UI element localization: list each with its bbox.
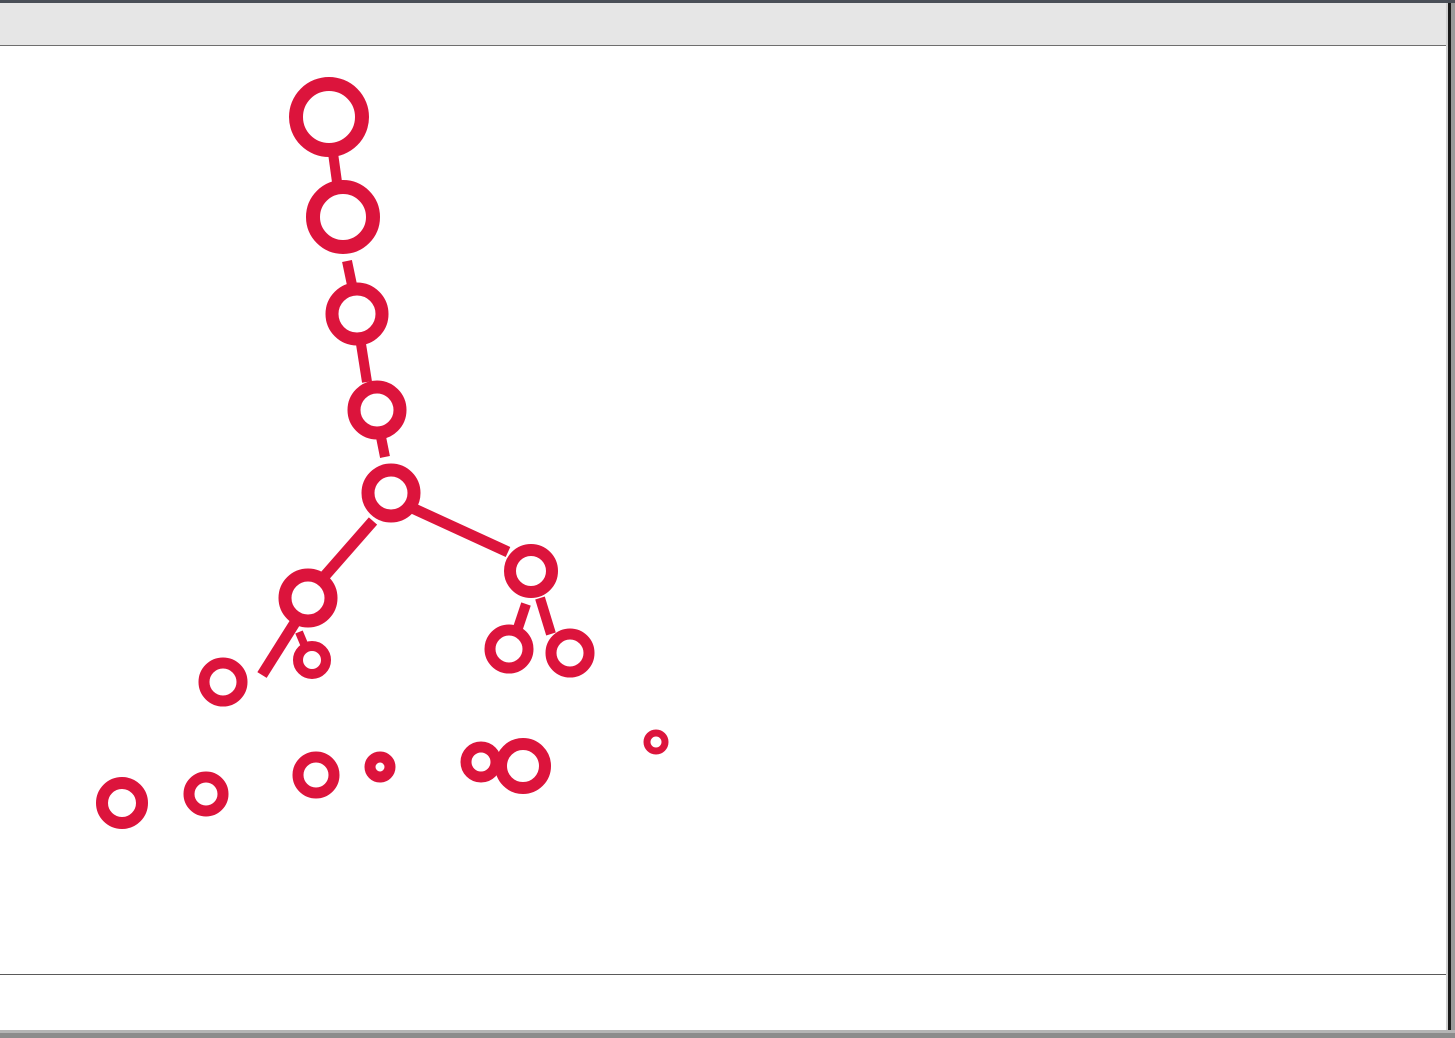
edge [318,517,378,582]
edge [376,436,390,458]
loose-node[interactable] [643,729,669,755]
tree-node[interactable] [504,544,558,598]
edge [407,502,511,557]
tree-node[interactable] [545,628,595,678]
status-bar [0,975,1446,1030]
loose-node[interactable] [460,741,502,783]
title-bar[interactable] [0,3,1446,46]
tree-node[interactable] [325,282,389,346]
window-right-border [1446,3,1455,1038]
loose-node[interactable] [183,771,229,817]
loose-node[interactable] [292,751,340,799]
edge [328,152,342,183]
tree-node[interactable] [293,641,331,679]
loose-node[interactable] [96,777,148,829]
edge [342,259,357,287]
tree-node[interactable] [484,624,534,674]
edge [513,602,531,630]
tree-node[interactable] [278,568,338,628]
tree-node[interactable] [198,657,248,707]
tree-drawing[interactable] [0,46,1446,974]
app-window [0,0,1455,1038]
drawing-canvas[interactable] [0,46,1446,975]
edge [257,618,301,678]
tree-node[interactable] [289,77,369,157]
tree-node[interactable] [306,180,380,254]
loose-node[interactable] [364,751,396,783]
edge [295,630,308,646]
loose-node[interactable] [495,738,551,794]
edge [535,596,556,636]
tree-node[interactable] [361,463,421,523]
window-bottom-border [0,1030,1455,1038]
edge [356,343,372,383]
tree-node[interactable] [347,380,407,440]
